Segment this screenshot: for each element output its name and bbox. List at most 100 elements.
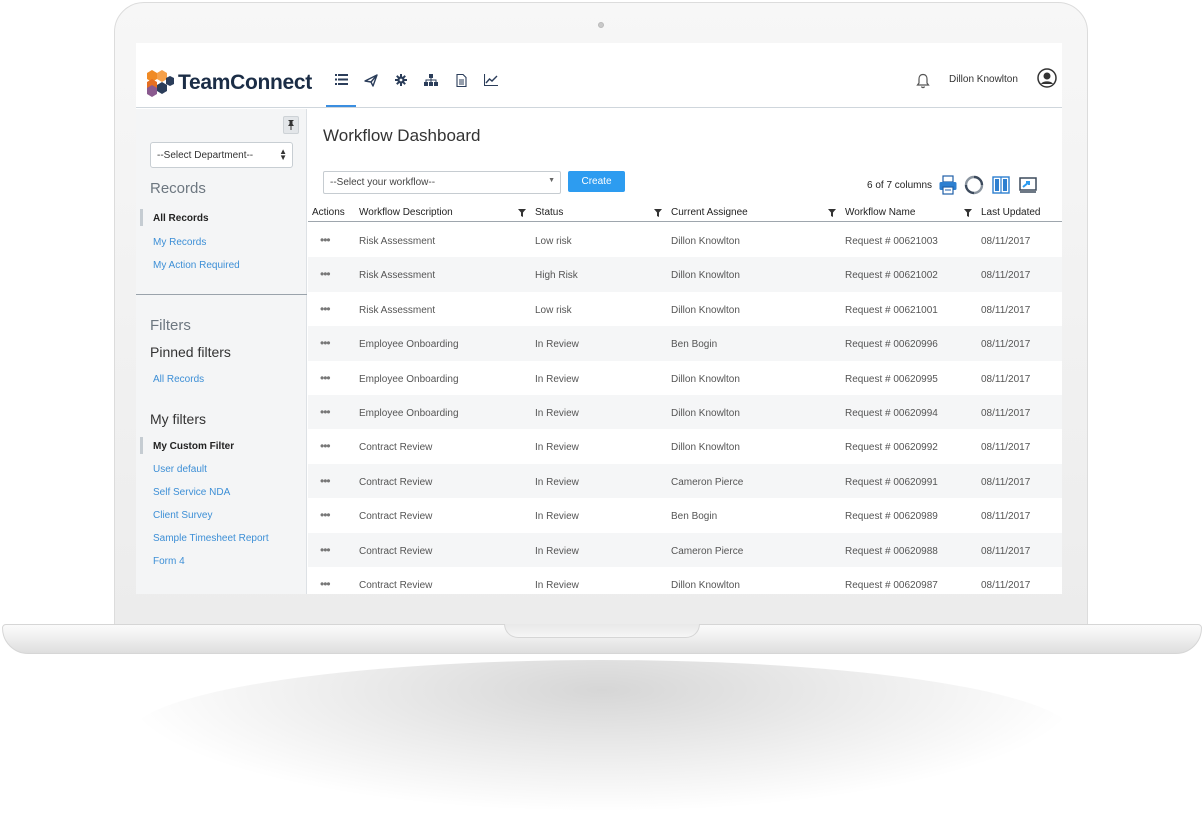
filter-user-default[interactable]: User default xyxy=(153,464,207,475)
cell-workflow-name: Request # 00621002 xyxy=(845,270,938,282)
row-actions-menu-icon[interactable]: ••• xyxy=(320,544,331,556)
column-header-status[interactable]: Status xyxy=(535,207,563,218)
nav-trend-icon[interactable] xyxy=(476,67,506,107)
table-row[interactable]: ••• Risk Assessment Low risk Dillon Know… xyxy=(308,223,1062,257)
filter-icon[interactable] xyxy=(654,209,662,217)
cell-workflow-description: Contract Review xyxy=(359,476,433,488)
cell-workflow-description: Employee Onboarding xyxy=(359,339,459,351)
filter-client-survey[interactable]: Client Survey xyxy=(153,510,212,521)
cell-current-assignee: Dillon Knowlton xyxy=(671,373,740,385)
cell-current-assignee: Ben Bogin xyxy=(671,511,718,523)
filter-self-service-nda[interactable]: Self Service NDA xyxy=(153,487,230,498)
table-row[interactable]: ••• Contract Review In Review Ben Bogin … xyxy=(308,498,1062,532)
column-header-current-assignee[interactable]: Current Assignee xyxy=(671,207,748,218)
nav-org-chart-icon[interactable] xyxy=(416,67,446,107)
nav-gear-icon[interactable] xyxy=(386,67,416,107)
cell-last-updated: 08/11/2017 xyxy=(981,270,1031,282)
table-row[interactable]: ••• Contract Review In Review Dillon Kno… xyxy=(308,429,1062,463)
cell-workflow-name: Request # 00620987 xyxy=(845,580,938,591)
sidebar-item-all-records[interactable]: All Records xyxy=(140,209,209,226)
cell-status: In Review xyxy=(535,511,579,523)
cell-workflow-description: Contract Review xyxy=(359,442,433,454)
filter-icon[interactable] xyxy=(518,209,526,217)
cell-last-updated: 08/11/2017 xyxy=(981,511,1031,523)
user-name[interactable]: Dillon Knowlton xyxy=(949,74,1018,85)
workflow-select[interactable]: --Select your workflow-- ▼ xyxy=(323,171,561,194)
column-count: 6 of 7 columns xyxy=(867,180,933,191)
records-heading: Records xyxy=(150,180,206,197)
department-select[interactable]: --Select Department-- ▲ ▼ xyxy=(150,142,293,168)
laptop-camera xyxy=(598,22,604,28)
cell-workflow-name: Request # 00620996 xyxy=(845,339,938,351)
notification-bell-icon[interactable] xyxy=(916,73,930,89)
cell-last-updated: 08/11/2017 xyxy=(981,580,1031,591)
chevron-down-icon: ▼ xyxy=(548,177,555,184)
pin-sidebar-button[interactable] xyxy=(283,116,299,134)
cell-last-updated: 08/11/2017 xyxy=(981,408,1031,419)
row-actions-menu-icon[interactable]: ••• xyxy=(320,440,331,452)
cell-current-assignee: Cameron Pierce xyxy=(671,545,744,557)
table-row[interactable]: ••• Contract Review In Review Cameron Pi… xyxy=(308,532,1062,567)
column-header-workflow-name[interactable]: Workflow Name xyxy=(845,207,915,218)
print-icon[interactable] xyxy=(938,175,958,195)
table-row[interactable]: ••• Contract Review In Review Dillon Kno… xyxy=(308,567,1062,594)
table-row[interactable]: ••• Risk Assessment Low risk Dillon Know… xyxy=(308,292,1062,326)
cell-status: Low risk xyxy=(535,236,572,247)
row-actions-menu-icon[interactable]: ••• xyxy=(320,337,331,349)
row-actions-menu-icon[interactable]: ••• xyxy=(320,268,331,280)
nav-document-icon[interactable] xyxy=(446,67,476,107)
sidebar-item-my-records[interactable]: My Records xyxy=(153,237,206,248)
table-row[interactable]: ••• Contract Review In Review Cameron Pi… xyxy=(308,463,1062,499)
cell-current-assignee: Ben Bogin xyxy=(671,339,718,351)
filter-icon[interactable] xyxy=(828,209,836,217)
cell-workflow-name: Request # 00621003 xyxy=(845,236,938,247)
refresh-icon[interactable] xyxy=(964,175,984,195)
row-actions-menu-icon[interactable]: ••• xyxy=(320,372,331,384)
cell-last-updated: 08/11/2017 xyxy=(981,339,1031,351)
filter-sample-timesheet-report[interactable]: Sample Timesheet Report xyxy=(153,533,269,544)
filter-my-custom-filter[interactable]: My Custom Filter xyxy=(139,437,234,454)
sidebar-item-my-action-required[interactable]: My Action Required xyxy=(153,260,240,271)
app-screen: TeamConnect Dillon Knowlton --Select Dep… xyxy=(136,43,1062,594)
export-icon[interactable] xyxy=(1018,175,1038,195)
row-actions-menu-icon[interactable]: ••• xyxy=(320,406,331,418)
table-row[interactable]: ••• Employee Onboarding In Review Dillon… xyxy=(308,361,1062,395)
cell-status: In Review xyxy=(535,580,579,591)
cell-current-assignee: Dillon Knowlton xyxy=(671,442,740,454)
laptop-shadow xyxy=(130,660,1074,810)
cell-workflow-name: Request # 00620994 xyxy=(845,408,938,419)
cell-workflow-name: Request # 00620991 xyxy=(845,476,938,488)
cell-last-updated: 08/11/2017 xyxy=(981,373,1031,385)
row-actions-menu-icon[interactable]: ••• xyxy=(320,234,331,246)
row-actions-menu-icon[interactable]: ••• xyxy=(320,578,331,590)
sidebar-divider xyxy=(136,294,307,295)
table-row[interactable]: ••• Employee Onboarding In Review Dillon… xyxy=(308,395,1062,430)
column-header-last-updated[interactable]: Last Updated xyxy=(981,207,1041,218)
table-row[interactable]: ••• Risk Assessment High Risk Dillon Kno… xyxy=(308,257,1062,292)
nav-list-icon[interactable] xyxy=(326,67,356,107)
row-actions-menu-icon[interactable]: ••• xyxy=(320,509,331,521)
cell-workflow-name: Request # 00620989 xyxy=(845,511,938,523)
column-header-actions: Actions xyxy=(312,207,345,218)
cell-last-updated: 08/11/2017 xyxy=(981,304,1031,316)
filter-form-4[interactable]: Form 4 xyxy=(153,556,185,567)
brand-name: TeamConnect xyxy=(178,71,312,94)
cell-current-assignee: Dillon Knowlton xyxy=(671,408,740,419)
columns-icon[interactable] xyxy=(991,175,1011,195)
row-actions-menu-icon[interactable]: ••• xyxy=(320,303,331,315)
row-actions-menu-icon[interactable]: ••• xyxy=(320,475,331,487)
cell-status: In Review xyxy=(535,408,579,419)
cell-workflow-description: Employee Onboarding xyxy=(359,408,459,419)
cell-last-updated: 08/11/2017 xyxy=(981,545,1031,557)
user-avatar-icon[interactable] xyxy=(1037,68,1057,88)
create-button[interactable]: Create xyxy=(568,171,625,192)
cell-workflow-name: Request # 00620992 xyxy=(845,442,938,454)
pinned-filter-all-records[interactable]: All Records xyxy=(153,374,204,385)
column-header-workflow-description[interactable]: Workflow Description xyxy=(359,207,453,218)
cell-current-assignee: Cameron Pierce xyxy=(671,476,744,488)
table-row[interactable]: ••• Employee Onboarding In Review Ben Bo… xyxy=(308,326,1062,361)
nav-send-icon[interactable] xyxy=(356,67,386,107)
filter-icon[interactable] xyxy=(964,209,972,217)
cell-workflow-description: Contract Review xyxy=(359,580,433,591)
teamconnect-logo-icon xyxy=(147,70,174,97)
